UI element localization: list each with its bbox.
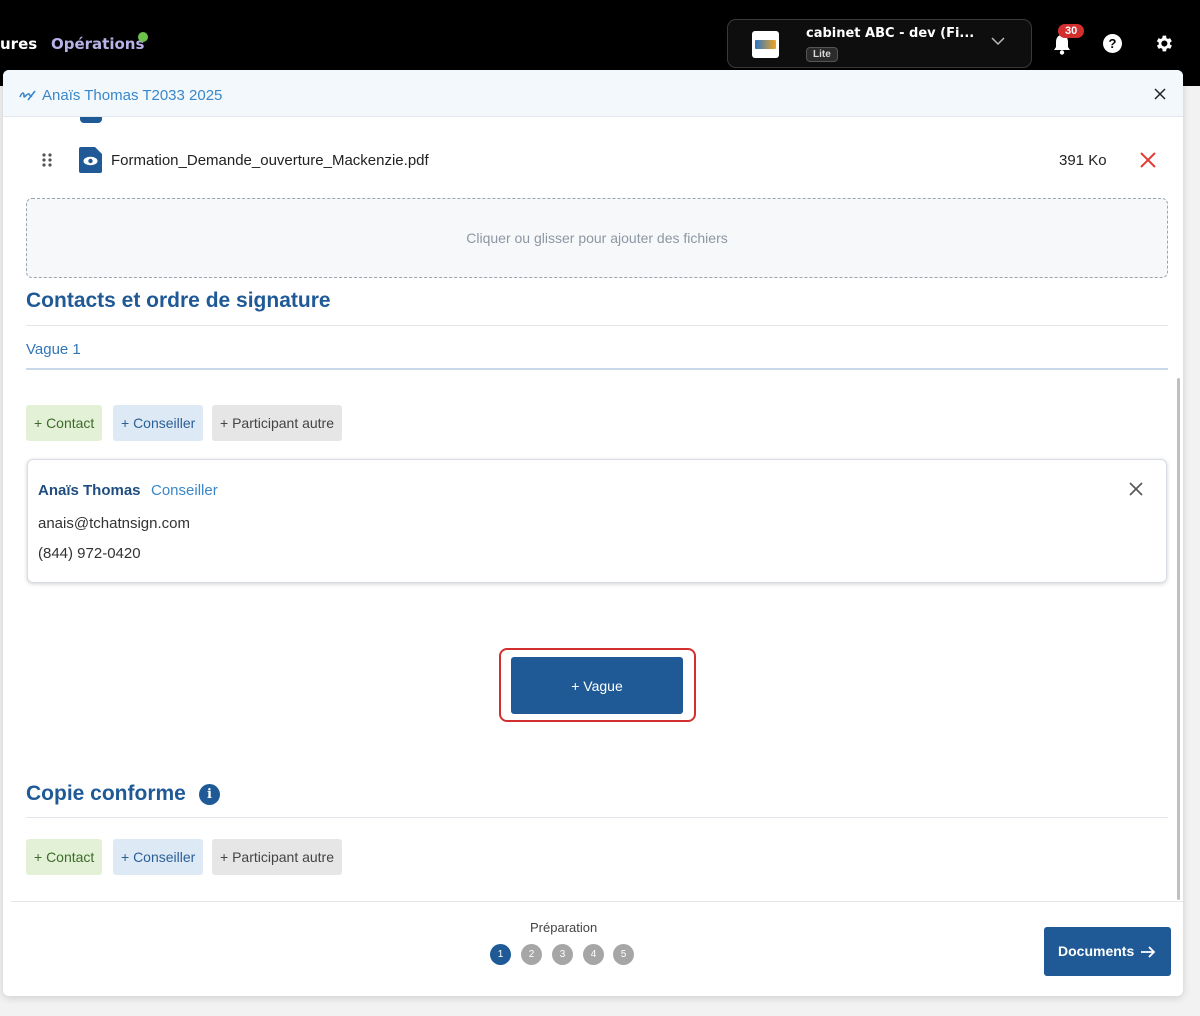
next-documents-button[interactable]: Documents xyxy=(1044,927,1171,976)
nav-item-operations[interactable]: Opérations xyxy=(51,35,144,53)
company-logo xyxy=(752,31,779,58)
file-preview-eye-icon[interactable] xyxy=(79,147,102,173)
file-icon-partial xyxy=(80,117,102,123)
notification-badge: 30 xyxy=(1058,24,1085,38)
step-3[interactable]: 3 xyxy=(552,944,573,965)
add-contact-button[interactable]: + Contact xyxy=(26,405,103,441)
scrollbar[interactable] xyxy=(1177,378,1180,900)
next-button-label: Documents xyxy=(1058,943,1135,959)
copy-add-other-participant-button[interactable]: + Participant autre xyxy=(212,839,343,875)
close-icon[interactable] xyxy=(1154,88,1166,100)
nav-item-partial[interactable]: ures xyxy=(0,35,37,53)
remove-participant-icon[interactable] xyxy=(1129,482,1143,496)
participant-card: Anaïs Thomas Conseiller anais@tchatnsign… xyxy=(27,459,1167,583)
copy-heading: Copie conforme xyxy=(26,782,186,805)
participant-email: anais@tchatnsign.com xyxy=(38,515,190,532)
file-row: Formation_Demande_ouverture_Mackenzie.pd… xyxy=(3,140,1183,180)
divider xyxy=(26,817,1168,818)
file-size: 391 Ko xyxy=(1059,152,1107,169)
info-icon[interactable]: i xyxy=(199,784,220,805)
help-icon[interactable]: ? xyxy=(1103,34,1122,53)
add-other-participant-button[interactable]: + Participant autre xyxy=(212,405,343,441)
modal-footer: Préparation 1 2 3 4 5 Documents xyxy=(11,901,1183,996)
step-2[interactable]: 2 xyxy=(521,944,542,965)
modal-title: Anaïs Thomas T2033 2025 xyxy=(42,87,223,104)
status-dot xyxy=(138,32,148,42)
participant-name: Anaïs Thomas xyxy=(38,482,141,499)
modal-header: Anaïs Thomas T2033 2025 xyxy=(3,70,1183,117)
account-switcher[interactable]: cabinet ABC - dev (Fi... Lite xyxy=(727,19,1032,68)
divider xyxy=(26,325,1168,326)
participant-role: Conseiller xyxy=(151,482,218,499)
file-dropzone[interactable]: Cliquer ou glisser pour ajouter des fich… xyxy=(26,198,1168,278)
plan-badge: Lite xyxy=(806,47,838,62)
step-1[interactable]: 1 xyxy=(490,944,511,965)
chevron-down-icon xyxy=(991,37,1005,46)
add-advisor-button[interactable]: + Conseiller xyxy=(113,405,204,441)
drag-handle-icon[interactable] xyxy=(41,152,53,168)
signature-modal: Anaïs Thomas T2033 2025 Formation_Demand… xyxy=(3,70,1183,996)
delete-file-icon[interactable] xyxy=(1140,152,1156,168)
signature-icon xyxy=(19,90,36,101)
gear-icon[interactable] xyxy=(1153,33,1174,54)
step-4[interactable]: 4 xyxy=(583,944,604,965)
contacts-heading: Contacts et ordre de signature xyxy=(26,289,331,312)
account-name: cabinet ABC - dev (Fi... xyxy=(806,26,975,41)
participant-phone: (844) 972-0420 xyxy=(38,545,141,562)
arrow-right-icon xyxy=(1141,946,1156,958)
copy-add-advisor-button[interactable]: + Conseiller xyxy=(113,839,204,875)
step-5[interactable]: 5 xyxy=(613,944,634,965)
tab-wave-1[interactable]: Vague 1 xyxy=(26,341,81,358)
step-label: Préparation xyxy=(530,920,598,935)
file-name[interactable]: Formation_Demande_ouverture_Mackenzie.pd… xyxy=(111,152,429,169)
add-wave-button[interactable]: + Vague xyxy=(511,657,683,714)
copy-add-contact-button[interactable]: + Contact xyxy=(26,839,103,875)
tab-underline xyxy=(26,368,1168,370)
